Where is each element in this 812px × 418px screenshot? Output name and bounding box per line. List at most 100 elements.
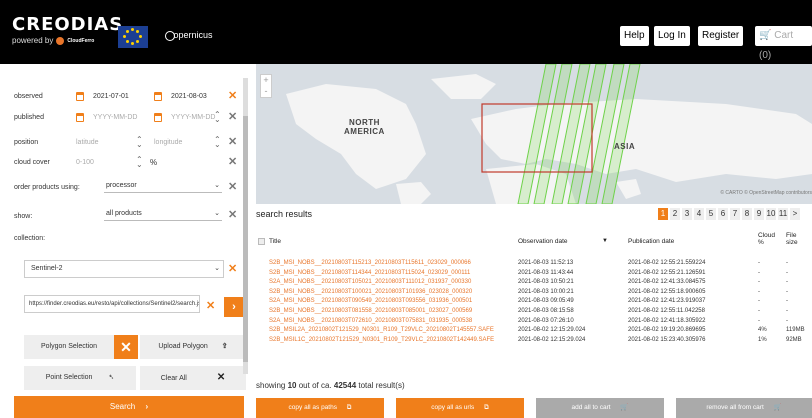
observation-date: 2021-08-03 09:05:49 (518, 298, 574, 305)
clear-cloud-cover-icon[interactable]: ✕ (228, 155, 237, 168)
show-products-select[interactable]: all products ⌄ (104, 207, 222, 221)
page-7-link[interactable]: 7 (730, 208, 740, 220)
calendar-icon[interactable] (154, 113, 162, 122)
result-title-link[interactable]: S2B_MSIL1C_20210802T121529_N0301_R109_T2… (269, 337, 494, 343)
clear-published-icon[interactable]: ✕ (228, 110, 237, 123)
creodias-logo[interactable]: CREODIAS powered by CloudFerro (12, 14, 123, 45)
page-8-link[interactable]: 8 (742, 208, 752, 220)
open-url-button[interactable]: › (224, 297, 244, 317)
result-title-link[interactable]: S2B_MSI_NOBS__20210803T115213_20210803T1… (269, 260, 471, 266)
upload-polygon-button[interactable]: Upload Polygon ⇪ (140, 335, 246, 359)
table-row[interactable]: S2A_MSI_NOBS__20210803T090549_20210803T0… (256, 298, 812, 307)
page-4-link[interactable]: 4 (694, 208, 704, 220)
map-view[interactable] (256, 64, 812, 204)
showing-prefix: showing (256, 381, 286, 390)
spinner-icon[interactable]: ⌃ ⌄ (214, 136, 221, 149)
page-10-link[interactable]: 10 (766, 208, 776, 220)
observed-from-input[interactable]: 2021-07-01 (93, 93, 129, 100)
map-canvas[interactable] (256, 64, 812, 204)
table-row[interactable]: S2B_MSI_NOBS__20210803T115213_20210803T1… (256, 260, 812, 269)
copy-all-urls-button[interactable]: copy all as urls ⧉ (396, 398, 524, 418)
point-selection-button[interactable]: Point Selection ➴ (24, 366, 136, 390)
api-url-field[interactable]: https://finder.creodias.eu/resto/api/col… (24, 295, 200, 313)
clear-position-icon[interactable]: ✕ (228, 135, 237, 148)
page-5-link[interactable]: 5 (706, 208, 716, 220)
file-size: - (786, 269, 788, 276)
longitude-input[interactable]: longitude (154, 139, 182, 146)
clear-observed-icon[interactable]: ✕ (228, 89, 237, 102)
result-title-link[interactable]: S2B_MSI_NOBS__20210803T081558_20210803T0… (269, 308, 472, 314)
remove-all-from-cart-button[interactable]: remove all from cart 🛒 (676, 398, 812, 418)
clear-all-button[interactable]: Clear All ✕ (140, 366, 246, 390)
result-title-link[interactable]: S2A_MSI_NOBS__20210803T072610_20210803T0… (269, 318, 472, 324)
table-row[interactable]: S2A_MSI_NOBS__20210803T105021_20210803T1… (256, 279, 812, 288)
column-observation-date[interactable]: Observation date (518, 238, 568, 245)
result-title-link[interactable]: S2B_MSIL2A_20210802T121529_N0301_R109_T2… (269, 327, 494, 333)
table-row[interactable]: S2B_MSIL1C_20210802T121529_N0301_R109_T2… (256, 337, 812, 346)
filters-scrollbar-thumb[interactable] (243, 116, 248, 362)
spinner-icon[interactable]: ⌃ ⌄ (136, 156, 143, 169)
close-icon: ✕ (120, 339, 132, 355)
column-publication-date[interactable]: Publication date (628, 238, 674, 245)
calendar-icon[interactable] (154, 92, 162, 101)
clear-show-icon[interactable]: ✕ (228, 208, 237, 221)
table-row[interactable]: S2A_MSI_NOBS__20210803T072610_20210803T0… (256, 318, 812, 327)
latitude-input[interactable]: latitude (76, 139, 99, 146)
column-file-size[interactable]: File size (786, 232, 808, 246)
collection-select[interactable]: Sentinel-2 ⌄ (24, 260, 224, 278)
cloud-cover-input[interactable]: 0-100 (76, 159, 94, 166)
publication-date: 2021-08-02 19:19:20.869695 (628, 327, 706, 334)
spinner-icon[interactable]: ⌃ ⌄ (214, 111, 221, 124)
add-all-to-cart-button[interactable]: add all to cart 🛒 (536, 398, 664, 418)
register-button[interactable]: Register (698, 26, 744, 46)
zoom-in-button[interactable]: + (261, 75, 271, 86)
upload-polygon-label: Upload Polygon (158, 343, 208, 350)
cart-icon: 🛒 (773, 404, 782, 411)
order-products-select[interactable]: processor ⌄ (104, 179, 222, 193)
results-table-header: Title Observation date ▼ Publication dat… (256, 232, 812, 256)
result-title-link[interactable]: S2B_MSI_NOBS__20210803T100021_20210803T1… (269, 289, 472, 295)
calendar-icon[interactable] (76, 92, 84, 101)
page-3-link[interactable]: 3 (682, 208, 692, 220)
page-9-link[interactable]: 9 (754, 208, 764, 220)
chevron-right-icon: › (145, 402, 149, 411)
page-1-link[interactable]: 1 (658, 208, 668, 220)
published-to-input[interactable]: YYYY-MM-DD (171, 114, 215, 121)
table-row[interactable]: S2B_MSI_NOBS__20210803T081558_20210803T0… (256, 308, 812, 317)
copy-all-paths-button[interactable]: copy all as paths ⧉ (256, 398, 384, 418)
pointer-icon: ➴ (108, 374, 115, 381)
page-6-link[interactable]: 6 (718, 208, 728, 220)
file-size: - (786, 260, 788, 266)
clear-url-icon[interactable]: ✕ (206, 299, 215, 312)
table-row[interactable]: S2B_MSI_NOBS__20210803T100021_20210803T1… (256, 289, 812, 298)
zoom-out-button[interactable]: - (261, 86, 271, 97)
column-title[interactable]: Title (269, 238, 281, 245)
clear-polygon-button[interactable]: ✕ (114, 335, 138, 359)
help-button[interactable]: Help (620, 26, 649, 46)
select-all-checkbox[interactable] (258, 238, 265, 245)
map-zoom-control[interactable]: + - (260, 74, 272, 98)
sort-desc-icon[interactable]: ▼ (602, 238, 608, 244)
observed-to-input[interactable]: 2021-08-03 (171, 93, 207, 100)
table-row[interactable]: S2B_MSIL2A_20210802T121529_N0301_R109_T2… (256, 327, 812, 336)
publication-date: 2021-08-02 12:55:18.900605 (628, 288, 706, 295)
result-title-link[interactable]: S2A_MSI_NOBS__20210803T090549_20210803T0… (269, 298, 472, 304)
result-title-link[interactable]: S2B_MSI_NOBS__20210803T114344_20210803T1… (269, 270, 470, 276)
cloud-cover: 1% (758, 336, 767, 343)
cart-button[interactable]: 🛒 Cart (0) (755, 26, 812, 61)
polygon-selection-button[interactable]: Polygon Selection (24, 335, 114, 359)
calendar-icon[interactable] (76, 113, 84, 122)
page-2-link[interactable]: 2 (670, 208, 680, 220)
spinner-icon[interactable]: ⌃ ⌄ (136, 136, 143, 149)
table-row[interactable]: S2B_MSI_NOBS__20210803T114344_20210803T1… (256, 270, 812, 279)
column-cloud[interactable]: Cloud % (758, 232, 778, 246)
remove-collection-icon[interactable]: ✕ (228, 262, 237, 275)
result-title-link[interactable]: S2A_MSI_NOBS__20210803T105021_20210803T1… (269, 279, 471, 285)
login-button[interactable]: Log In (654, 26, 690, 46)
page-11-link[interactable]: 11 (778, 208, 788, 220)
clear-order-icon[interactable]: ✕ (228, 180, 237, 193)
publication-date: 2021-08-02 12:55:21.559224 (628, 260, 706, 266)
search-button[interactable]: Search › (14, 396, 244, 418)
published-from-input[interactable]: YYYY-MM-DD (93, 114, 137, 121)
next-page-button[interactable]: > (790, 208, 800, 220)
